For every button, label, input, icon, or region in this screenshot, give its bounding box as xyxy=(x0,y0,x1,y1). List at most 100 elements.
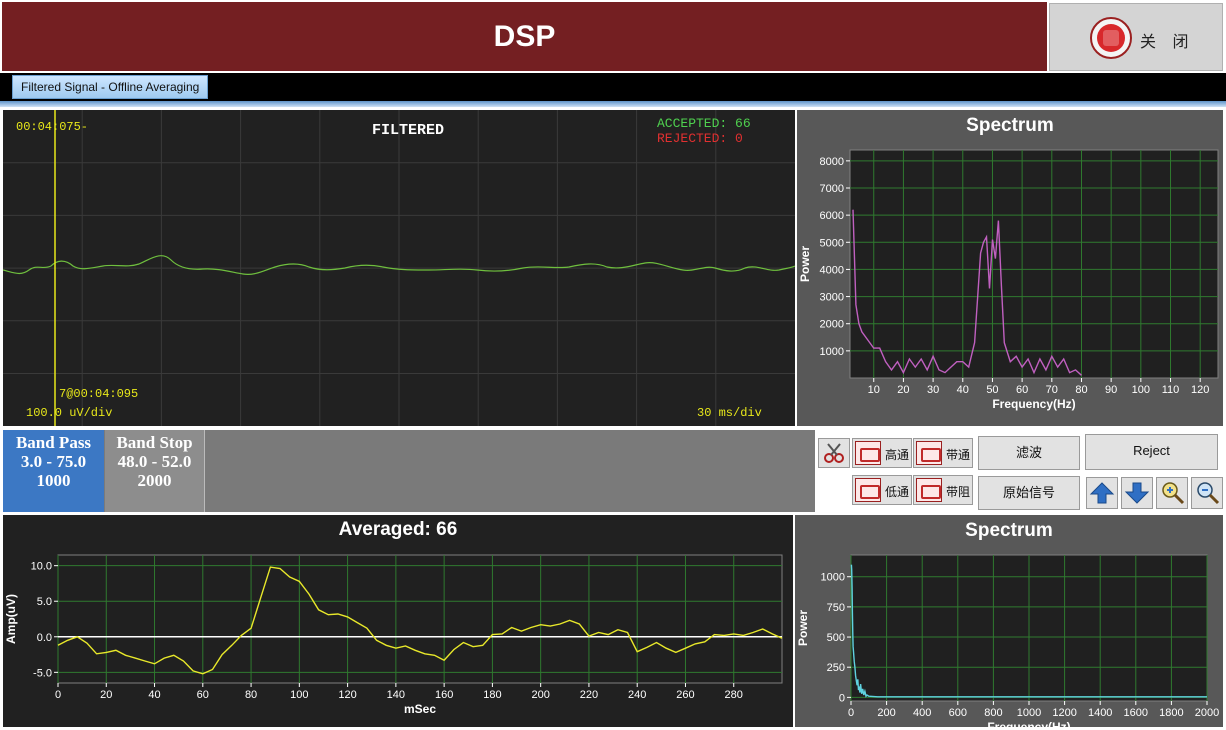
x-tick-label: 80 xyxy=(1075,384,1087,396)
x-axis-label: Frequency(Hz) xyxy=(992,397,1075,411)
horizontal-scale-label: 30 ms/div xyxy=(697,406,762,420)
y-tick-label: 1000 xyxy=(820,346,844,358)
x-tick-label: 160 xyxy=(435,689,453,701)
x-tick-label: 400 xyxy=(913,707,931,719)
y-tick-label: 1000 xyxy=(821,572,845,584)
x-tick-label: 100 xyxy=(1132,384,1150,396)
highpass-button[interactable]: 高通 xyxy=(852,438,912,468)
lowpass-button[interactable]: 低通 xyxy=(852,475,912,505)
x-tick-label: 70 xyxy=(1046,384,1058,396)
move-down-button[interactable] xyxy=(1121,477,1153,509)
y-tick-label: 0.0 xyxy=(37,632,52,644)
marker-label: 7@00:04:095 xyxy=(59,387,139,401)
move-up-button[interactable] xyxy=(1086,477,1118,509)
bandpass-button[interactable]: 带通 xyxy=(913,438,973,468)
y-tick-label: 3000 xyxy=(820,292,844,304)
x-tick-label: 40 xyxy=(957,384,969,396)
tab-filtered-signal[interactable]: Filtered Signal - Offline Averaging xyxy=(12,75,209,99)
spectrum-top-panel: Spectrum 10 20 30 40 50 60 70 80 90 100 110 120 1000… xyxy=(797,110,1223,426)
filter-name: Band Stop xyxy=(116,433,193,452)
x-tick-label: 260 xyxy=(676,689,694,701)
x-tick-label: 20 xyxy=(100,689,112,701)
x-axis-label: Frequency(Hz) xyxy=(987,720,1070,727)
highpass-filter-icon xyxy=(855,441,881,465)
delete-filter-button[interactable] xyxy=(818,438,850,468)
y-tick-label: 500 xyxy=(827,632,845,644)
bandstop-label: 带阻 xyxy=(946,485,971,499)
x-tick-label: 2000 xyxy=(1195,707,1219,719)
spectrum-bottom-panel: Spectrum 0 200 400 600 800 1000 1200 1400 1600 18… xyxy=(795,515,1223,730)
y-tick-label: 8000 xyxy=(820,156,844,168)
y-tick-label: 4000 xyxy=(820,264,844,276)
filter-range: 48.0 - 52.0 xyxy=(117,452,192,471)
timestamp-label: 00:04:075- xyxy=(16,120,89,134)
filtered-signal-view[interactable]: 00:04:075- FILTERED ACCEPTED: 66 REJECTE… xyxy=(2,110,796,426)
x-tick-label: 10 xyxy=(868,384,880,396)
app-title: DSP xyxy=(493,20,556,53)
filter-order: 1000 xyxy=(36,471,71,490)
accepted-label: ACCEPTED: xyxy=(657,116,728,131)
zoom-in-button[interactable] xyxy=(1156,477,1188,509)
x-tick-label: 0 xyxy=(848,707,854,719)
tab-strip: Filtered Signal - Offline Averaging xyxy=(0,73,1226,101)
plot-area xyxy=(57,554,783,684)
y-axis-label: Power xyxy=(796,610,810,646)
x-tick-label: 240 xyxy=(628,689,646,701)
y-tick-label: 0 xyxy=(839,692,845,704)
y-tick-label: 10.0 xyxy=(31,561,52,573)
filtered-signal-plot xyxy=(2,110,796,426)
accepted-counter: ACCEPTED: 66 xyxy=(657,116,751,131)
x-tick-label: 100 xyxy=(290,689,308,701)
x-axis-label: mSec xyxy=(404,702,436,716)
zoom-in-icon xyxy=(1162,482,1185,505)
x-tick-label: 40 xyxy=(148,689,160,701)
close-button[interactable]: 关 闭 xyxy=(1049,3,1223,71)
bandpass-filter-icon xyxy=(916,441,942,465)
bandstop-button[interactable]: 带阻 xyxy=(913,475,973,505)
y-tick-label: 5.0 xyxy=(37,596,52,608)
x-tick-label: 60 xyxy=(197,689,209,701)
y-tick-label: 6000 xyxy=(820,210,844,222)
lowpass-filter-icon xyxy=(855,478,881,502)
x-tick-label: 140 xyxy=(387,689,405,701)
x-tick-label: 80 xyxy=(245,689,257,701)
x-tick-label: 600 xyxy=(949,707,967,719)
zoom-out-icon xyxy=(1197,482,1220,505)
zoom-out-button[interactable] xyxy=(1191,477,1223,509)
x-tick-label: 800 xyxy=(984,707,1002,719)
rejected-counter: REJECTED: 0 xyxy=(657,131,743,146)
y-tick-label: 5000 xyxy=(820,237,844,249)
tab-divider xyxy=(0,101,1226,107)
vertical-scale-label: 100.0 uV/div xyxy=(26,406,113,420)
y-tick-label: 2000 xyxy=(820,319,844,331)
filter-range: 3.0 - 75.0 xyxy=(20,452,87,471)
highpass-label: 高通 xyxy=(885,448,910,462)
rejected-label: REJECTED: xyxy=(657,131,728,146)
bandstop-filter-icon xyxy=(916,478,942,502)
close-button-label: 关 闭 xyxy=(1140,34,1195,51)
x-tick-label: 110 xyxy=(1162,384,1180,396)
lowpass-label: 低通 xyxy=(885,485,910,499)
spectrum-top-chart: 10 20 30 40 50 60 70 80 90 100 110 120 1000 2000 3000 4… xyxy=(798,149,1219,411)
x-tick-label: 50 xyxy=(986,384,998,396)
filtered-title: FILTERED xyxy=(372,122,445,139)
filter-card-band-stop[interactable]: Band Stop 48.0 - 52.0 2000 xyxy=(105,430,205,512)
reject-button[interactable]: Reject xyxy=(1085,434,1218,470)
x-tick-label: 0 xyxy=(55,689,61,701)
x-tick-label: 60 xyxy=(1016,384,1028,396)
x-tick-label: 1800 xyxy=(1159,707,1183,719)
x-tick-label: 200 xyxy=(877,707,895,719)
filter-button[interactable]: 滤波 xyxy=(978,436,1080,470)
raw-signal-button[interactable]: 原始信号 xyxy=(978,476,1080,510)
averaged-chart: 0 20 40 60 80 100 120 140 160 180 200 220 240 260 280 -… xyxy=(4,554,783,716)
scissors-icon xyxy=(824,443,844,463)
x-tick-label: 120 xyxy=(1191,384,1209,396)
filter-order: 2000 xyxy=(137,471,172,490)
spectrum-top-title: Spectrum xyxy=(966,115,1054,136)
averaged-title: Averaged: 66 xyxy=(338,519,458,540)
filter-card-band-pass[interactable]: Band Pass 3.0 - 75.0 1000 xyxy=(3,430,104,512)
spectrum-bottom-chart: 0 200 400 600 800 1000 1200 1400 1600 1800 2000 0 25… xyxy=(796,554,1219,730)
x-tick-label: 280 xyxy=(725,689,743,701)
x-tick-label: 180 xyxy=(483,689,501,701)
x-tick-label: 1000 xyxy=(1017,707,1041,719)
